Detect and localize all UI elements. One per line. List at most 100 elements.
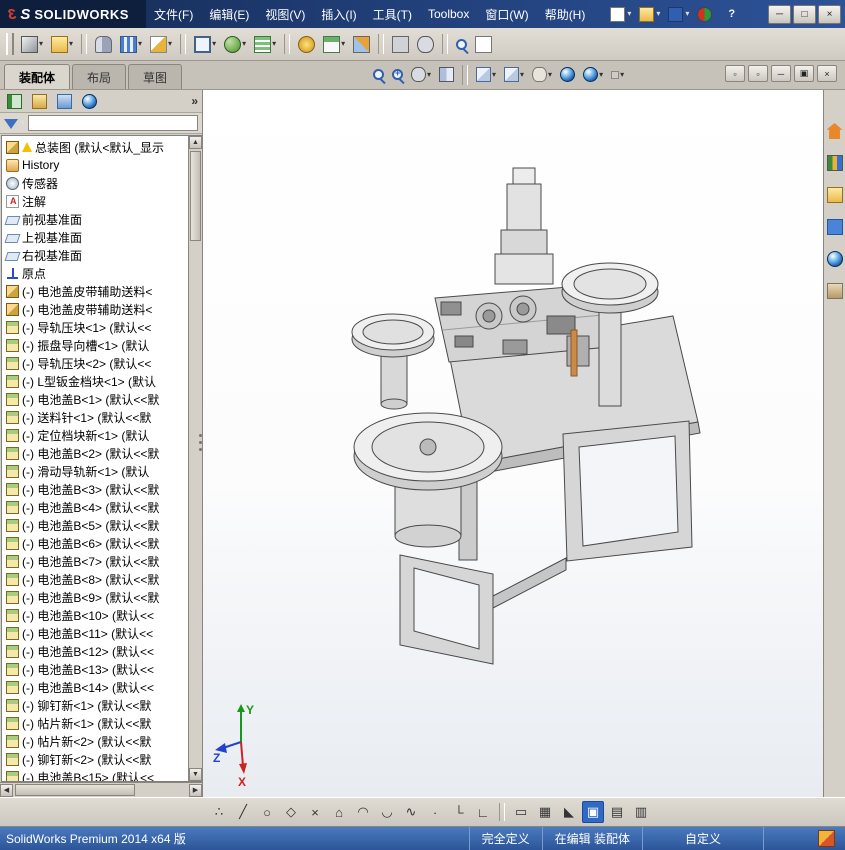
insert-from-file-icon[interactable]: ▾ [48, 33, 76, 56]
close-button[interactable]: × [818, 4, 841, 24]
grid-icon[interactable]: ▤ [606, 801, 628, 823]
tree-item[interactable]: (-) 导轨压块<1> (默认<< [2, 318, 202, 336]
circle-icon[interactable]: ○ [256, 801, 278, 823]
apply-scene-icon[interactable]: ▾ [580, 64, 606, 85]
pane-right-button[interactable]: ▫ [748, 65, 768, 82]
tree-item[interactable]: (-) 电池盖B<11> (默认<< [2, 624, 202, 642]
zoom-area-icon[interactable]: ▾ [389, 66, 406, 83]
scroll-thumb[interactable] [190, 151, 201, 241]
minimize-button[interactable]: ─ [768, 4, 791, 24]
panel-overflow-chevron[interactable]: » [191, 94, 198, 108]
scroll-up-button[interactable]: ▲ [189, 136, 202, 149]
maximize-button[interactable]: □ [793, 4, 816, 24]
view-orientation-icon[interactable]: ▾ [473, 64, 499, 85]
tree-item[interactable]: (-) 电池盖B<9> (默认<<默 [2, 588, 202, 606]
mirror-icon[interactable]: ◣ [558, 801, 580, 823]
motion-study-icon[interactable]: ▾ [295, 33, 318, 56]
point-icon[interactable]: ∙ [424, 801, 446, 823]
tree-item[interactable]: (-) 电池盖B<6> (默认<<默 [2, 534, 202, 552]
hatch-icon[interactable]: ▦ [534, 801, 556, 823]
displaymanager-tab-icon[interactable]: ▾ [79, 91, 100, 112]
tree-item[interactable]: (-) 电池盖B<1> (默认<<默 [2, 390, 202, 408]
linear-pattern-icon[interactable]: ▾ [117, 33, 145, 56]
convert-entities-icon[interactable]: ▭ [510, 801, 532, 823]
save-icon[interactable]: ▾ [665, 4, 692, 25]
tab-assembly[interactable]: 装配体 [4, 64, 71, 89]
tree-item[interactable]: (-) 电池盖B<2> (默认<<默 [2, 444, 202, 462]
arc-icon[interactable]: ◠ [352, 801, 374, 823]
zoom-fit-icon[interactable]: ▾ [370, 66, 387, 83]
tab-layout[interactable]: 布局 [72, 64, 127, 89]
mate-icon[interactable]: ▾ [92, 33, 115, 56]
featuremanager-tab-icon[interactable]: ▾ [4, 91, 25, 112]
insert-component-icon[interactable]: ▾ [18, 33, 46, 56]
tree-item[interactable]: (-) 电池盖B<5> (默认<<默 [2, 516, 202, 534]
tree-item[interactable]: (-) 电池盖B<7> (默认<<默 [2, 552, 202, 570]
select-dots-icon[interactable]: ∴ [208, 801, 230, 823]
appearances-icon[interactable]: ▾ [824, 248, 845, 270]
shaded-sketch-icon[interactable]: ▣ [582, 801, 604, 823]
file-explorer-icon[interactable]: ▾ [824, 184, 845, 206]
tree-horizontal-scrollbar[interactable]: ◀ ▶ [0, 782, 202, 797]
smart-fasteners-icon[interactable]: ▾ [147, 33, 175, 56]
home-icon[interactable]: ▾ [824, 120, 845, 142]
view-settings-icon[interactable]: ▾ [608, 68, 627, 82]
tree-item[interactable]: 上视基准面 [2, 228, 202, 246]
polygon-icon[interactable]: ⌂ [328, 801, 350, 823]
toolbar-grip[interactable] [6, 33, 14, 55]
tree-item[interactable]: 右视基准面 [2, 246, 202, 264]
new-document-icon[interactable]: ▾ [607, 4, 634, 25]
custom-properties-icon[interactable]: ▾ [824, 280, 845, 302]
tree-item[interactable]: (-) 振盘导向槽<1> (默认 [2, 336, 202, 354]
open-icon[interactable]: ▾ [636, 4, 663, 25]
dimension-icon[interactable]: ∟ [472, 801, 494, 823]
move-component-icon[interactable]: ▾ [389, 33, 412, 56]
assembly-features-icon[interactable]: ▾ [221, 33, 249, 56]
rx-icon[interactable]: ▾ [694, 4, 716, 25]
interference-check-icon[interactable]: ▾ [191, 33, 219, 56]
filter-input[interactable] [28, 115, 198, 131]
large-design-review-icon[interactable]: ▾ [453, 36, 470, 53]
doc-minimize-button[interactable]: ─ [771, 65, 791, 82]
scroll-down-button[interactable]: ▼ [189, 768, 202, 781]
scroll-right-button[interactable]: ▶ [189, 783, 202, 797]
menu-file[interactable]: 文件(F) [146, 0, 201, 28]
tree-item[interactable]: (-) 铆钉新<1> (默认<<默 [2, 696, 202, 714]
tree-item[interactable]: (-) 电池盖B<14> (默认<< [2, 678, 202, 696]
menu-help[interactable]: 帮助(H) [537, 0, 594, 28]
menu-insert[interactable]: 插入(I) [313, 0, 364, 28]
fillet-icon[interactable]: └ [448, 801, 470, 823]
status-custom[interactable]: 自定义 [642, 827, 763, 850]
tree-item[interactable]: (-) 电池盖B<3> (默认<<默 [2, 480, 202, 498]
exploded-view-icon[interactable]: ▾ [350, 33, 373, 56]
tree-item[interactable]: (-) 滑动导轨新<1> (默认 [2, 462, 202, 480]
tree-item[interactable]: (-) 电池盖B<10> (默认<< [2, 606, 202, 624]
menu-view[interactable]: 视图(V) [257, 0, 313, 28]
doc-restore-button[interactable]: ▣ [794, 65, 814, 82]
display-style-icon[interactable]: ▾ [501, 64, 527, 85]
tree-item[interactable]: (-) 电池盖B<12> (默认<< [2, 642, 202, 660]
tree-item[interactable]: (-) 电池盖B<4> (默认<<默 [2, 498, 202, 516]
tree-item[interactable]: (-) 定位档块新<1> (默认 [2, 426, 202, 444]
trim-icon[interactable]: × [304, 801, 326, 823]
design-library-icon[interactable]: ▾ [824, 152, 845, 174]
scroll-thumb-horizontal[interactable] [15, 784, 135, 796]
ellipse-icon[interactable]: ◇ [280, 801, 302, 823]
tree-item[interactable]: 前视基准面 [2, 210, 202, 228]
hide-show-items-icon[interactable]: ▾ [529, 64, 555, 85]
tree-item[interactable]: (-) 帖片新<1> (默认<<默 [2, 714, 202, 732]
bill-of-materials-icon[interactable]: ▾ [320, 33, 348, 56]
tree-item[interactable]: (-) 帖片新<2> (默认<<默 [2, 732, 202, 750]
view-palette-icon[interactable]: ▾ [824, 216, 845, 238]
configurationmanager-tab-icon[interactable]: ▾ [54, 91, 75, 112]
menu-window[interactable]: 窗口(W) [477, 0, 536, 28]
graphics-viewport[interactable]: Y Z X [203, 90, 823, 797]
tree-item[interactable]: (-) 铆钉新<2> (默认<<默 [2, 750, 202, 768]
tab-sketch[interactable]: 草图 [128, 64, 183, 89]
filter-icon[interactable] [4, 119, 18, 129]
tree-item[interactable]: (-) L型钣金档块<1> (默认 [2, 372, 202, 390]
doc-close-button[interactable]: × [817, 65, 837, 82]
show-hidden-components-icon[interactable]: ▾ [414, 33, 437, 56]
tree-item[interactable]: (-) 电池盖皮带辅助送料< [2, 282, 202, 300]
tangent-arc-icon[interactable]: ◡ [376, 801, 398, 823]
